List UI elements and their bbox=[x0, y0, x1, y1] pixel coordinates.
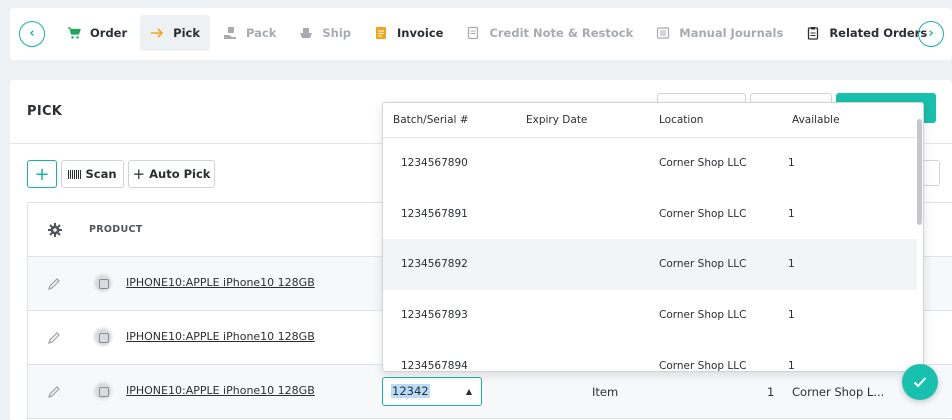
option-location: Corner Shop LLC bbox=[659, 258, 747, 270]
batch-serial-dropdown: Batch/Serial # Expiry Date Location Avai… bbox=[382, 102, 924, 372]
quantity-value: 1 bbox=[767, 385, 775, 399]
clipboard-icon bbox=[806, 26, 820, 40]
product-thumbnail bbox=[93, 273, 113, 293]
page-title: PICK bbox=[27, 104, 63, 119]
option-batch: 1234567892 bbox=[401, 258, 468, 270]
tab-related-orders[interactable]: Related Orders bbox=[796, 15, 937, 51]
tab-pick[interactable]: Pick bbox=[140, 15, 210, 51]
tab-credit-note-label: Credit Note & Restock bbox=[489, 26, 634, 40]
tab-related-orders-label: Related Orders bbox=[829, 26, 928, 40]
credit-note-icon bbox=[466, 26, 480, 40]
tab-order[interactable]: Order bbox=[57, 15, 137, 51]
dropdown-option[interactable]: 1234567893 Corner Shop LLC 1 bbox=[383, 290, 917, 341]
scan-button[interactable]: Scan bbox=[61, 160, 124, 188]
add-line-button[interactable]: + bbox=[27, 160, 57, 188]
chevron-left-icon: ‹ bbox=[29, 26, 35, 41]
option-location: Corner Shop LLC bbox=[659, 157, 747, 169]
toolbar-select[interactable] bbox=[922, 160, 940, 186]
tab-invoice-label: Invoice bbox=[397, 26, 444, 40]
product-link[interactable]: IPHONE10:APPLE iPhone10 128GB bbox=[126, 384, 315, 397]
dropdown-option[interactable]: 1234567890 Corner Shop LLC 1 bbox=[383, 138, 917, 189]
tab-manual-journals-label: Manual Journals bbox=[679, 26, 784, 40]
barcode-icon bbox=[68, 169, 82, 179]
expiry-date-header: Expiry Date bbox=[526, 114, 588, 126]
option-available: 1 bbox=[788, 208, 795, 220]
pencil-icon[interactable] bbox=[46, 384, 62, 400]
pencil-icon[interactable] bbox=[46, 330, 62, 346]
option-available: 1 bbox=[788, 360, 795, 372]
auto-pick-button[interactable]: + Auto Pick bbox=[128, 160, 215, 188]
batch-serial-header: Batch/Serial # bbox=[393, 114, 469, 126]
tab-pack-label: Pack bbox=[246, 26, 277, 40]
option-available: 1 bbox=[788, 157, 795, 169]
invoice-icon bbox=[374, 26, 388, 40]
product-thumbnail bbox=[93, 327, 113, 347]
unit-of-measure: Item bbox=[592, 385, 619, 399]
tab-credit-note[interactable]: Credit Note & Restock bbox=[456, 15, 643, 51]
dropdown-option-hovered[interactable]: 1234567892 Corner Shop LLC 1 bbox=[383, 239, 917, 290]
option-location: Corner Shop LLC bbox=[659, 208, 747, 220]
tab-order-label: Order bbox=[90, 26, 128, 40]
pencil-icon[interactable] bbox=[46, 276, 62, 292]
option-location: Corner Shop LLC bbox=[659, 309, 747, 321]
tab-pick-label: Pick bbox=[173, 26, 200, 40]
option-available: 1 bbox=[788, 258, 795, 270]
option-batch: 1234567893 bbox=[401, 309, 468, 321]
dropdown-scrollbar-thumb[interactable] bbox=[917, 119, 922, 225]
plus-icon: + bbox=[132, 165, 146, 183]
option-batch: 1234567890 bbox=[401, 157, 468, 169]
nav-next-button[interactable]: › bbox=[918, 21, 944, 47]
location-header: Location bbox=[659, 114, 704, 126]
journal-icon bbox=[656, 26, 670, 40]
box-hand-icon bbox=[223, 26, 237, 40]
dropdown-option[interactable]: 1234567894 Corner Shop LLC 1 bbox=[383, 341, 917, 372]
option-available: 1 bbox=[788, 309, 795, 321]
tab-invoice[interactable]: Invoice bbox=[364, 15, 453, 51]
product-thumbnail bbox=[93, 381, 113, 401]
tab-manual-journals[interactable]: Manual Journals bbox=[646, 15, 793, 51]
tab-ship-label: Ship bbox=[322, 26, 352, 40]
confirm-button[interactable] bbox=[902, 364, 938, 400]
ship-icon bbox=[299, 26, 313, 40]
tab-ship[interactable]: Ship bbox=[289, 15, 361, 51]
product-column-header: PRODUCT bbox=[89, 224, 143, 235]
option-batch: 1234567891 bbox=[401, 208, 468, 220]
batch-serial-input[interactable]: 12342 ▲ bbox=[382, 377, 482, 406]
order-nav-bar: ‹ Order Pick Pack Ship Invoice Credit No… bbox=[10, 8, 952, 60]
nav-prev-button[interactable]: ‹ bbox=[19, 21, 45, 47]
product-link[interactable]: IPHONE10:APPLE iPhone10 128GB bbox=[126, 276, 315, 289]
location-value: Corner Shop L... bbox=[792, 385, 885, 399]
product-link[interactable]: IPHONE10:APPLE iPhone10 128GB bbox=[126, 330, 315, 343]
plus-icon: + bbox=[34, 163, 50, 185]
available-header: Available bbox=[792, 114, 840, 126]
chevron-right-icon: › bbox=[928, 26, 934, 41]
table-row: IPHONE10:APPLE iPhone10 128GB 12342 ▲ It… bbox=[28, 365, 952, 419]
chevron-up-icon[interactable]: ▲ bbox=[466, 378, 472, 405]
dropdown-header: Batch/Serial # Expiry Date Location Avai… bbox=[383, 103, 917, 138]
scan-button-label: Scan bbox=[85, 167, 117, 181]
arrow-right-icon bbox=[150, 26, 164, 40]
dropdown-option[interactable]: 1234567891 Corner Shop LLC 1 bbox=[383, 189, 917, 240]
auto-pick-button-label: Auto Pick bbox=[149, 167, 211, 181]
option-location: Corner Shop LLC bbox=[659, 360, 747, 372]
order-tabs: Order Pick Pack Ship Invoice Credit Note… bbox=[57, 15, 940, 51]
gear-icon[interactable] bbox=[47, 222, 63, 238]
cart-icon bbox=[67, 26, 81, 40]
option-batch: 1234567894 bbox=[401, 360, 468, 372]
batch-serial-value: 12342 bbox=[391, 384, 430, 398]
tab-pack[interactable]: Pack bbox=[213, 15, 286, 51]
